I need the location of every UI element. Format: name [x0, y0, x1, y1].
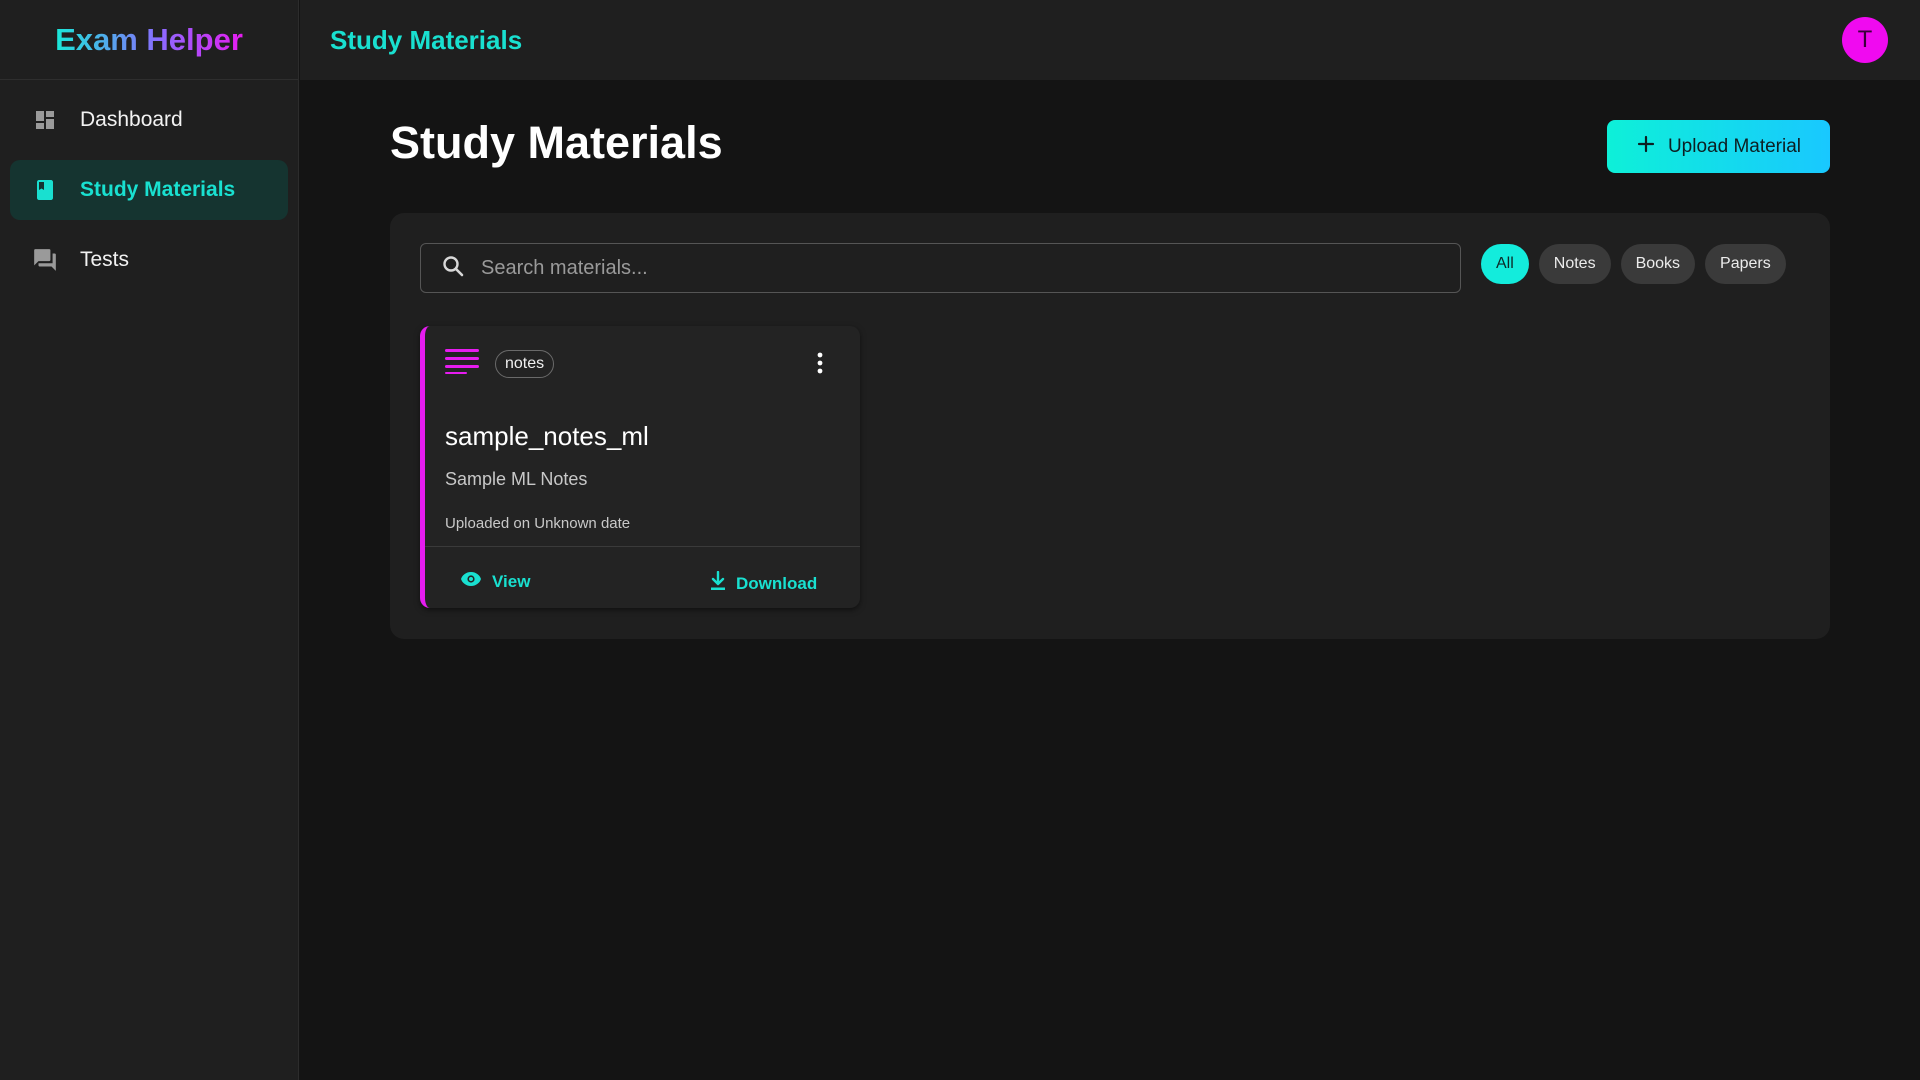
more-options-icon[interactable] — [814, 350, 826, 376]
sidebar-item-label: Dashboard — [80, 108, 183, 131]
upload-material-button[interactable]: Upload Material — [1607, 120, 1830, 173]
search-input[interactable] — [481, 256, 1441, 280]
sidebar: Exam Helper Dashboard Study Materials Te… — [0, 0, 299, 1080]
chat-icon — [32, 247, 58, 273]
book-icon — [32, 177, 58, 203]
download-icon — [710, 570, 726, 596]
card-header: notes — [445, 348, 555, 379]
material-card[interactable]: notes sample_notes_ml Sample ML Notes Up… — [420, 326, 860, 608]
sidebar-item-tests[interactable]: Tests — [10, 230, 288, 290]
notes-lines-icon — [445, 348, 479, 379]
materials-panel: All Notes Books Papers notes — [390, 213, 1830, 639]
plus-icon — [1636, 134, 1656, 160]
filter-chip-notes[interactable]: Notes — [1538, 244, 1611, 284]
eye-icon — [460, 571, 482, 592]
brand-logo[interactable]: Exam Helper — [0, 0, 298, 80]
page-title: Study Materials — [390, 117, 723, 168]
top-bar: Study Materials T — [300, 0, 1920, 80]
filter-chip-books[interactable]: Books — [1620, 244, 1696, 284]
material-type-tag: notes — [495, 349, 555, 378]
sidebar-nav: Dashboard Study Materials Tests — [0, 80, 298, 290]
download-label: Download — [736, 573, 818, 593]
view-label: View — [492, 571, 531, 591]
upload-material-label: Upload Material — [1667, 135, 1802, 157]
filter-chip-all[interactable]: All — [1481, 244, 1529, 284]
material-upload-date: Uploaded on Unknown date — [445, 515, 631, 532]
filter-chip-papers[interactable]: Papers — [1705, 244, 1786, 284]
material-description: Sample ML Notes — [445, 469, 588, 489]
search-icon — [441, 254, 465, 283]
topbar-title: Study Materials — [330, 24, 523, 55]
brand-name: Exam Helper — [55, 21, 243, 57]
material-title: sample_notes_ml — [445, 421, 649, 451]
card-divider — [425, 546, 860, 547]
app-root: Exam Helper Dashboard Study Materials Te… — [0, 0, 1920, 1080]
filter-chips: All Notes Books Papers — [1481, 244, 1786, 284]
search-box[interactable] — [420, 243, 1461, 293]
dashboard-icon — [32, 107, 58, 133]
sidebar-item-label: Study Materials — [80, 178, 236, 201]
sidebar-item-label: Tests — [80, 248, 130, 271]
sidebar-item-study-materials[interactable]: Study Materials — [10, 160, 288, 220]
sidebar-item-dashboard[interactable]: Dashboard — [10, 90, 288, 150]
view-button[interactable]: View — [460, 571, 530, 592]
avatar[interactable]: T — [1842, 17, 1888, 63]
download-button[interactable]: Download — [710, 570, 818, 596]
